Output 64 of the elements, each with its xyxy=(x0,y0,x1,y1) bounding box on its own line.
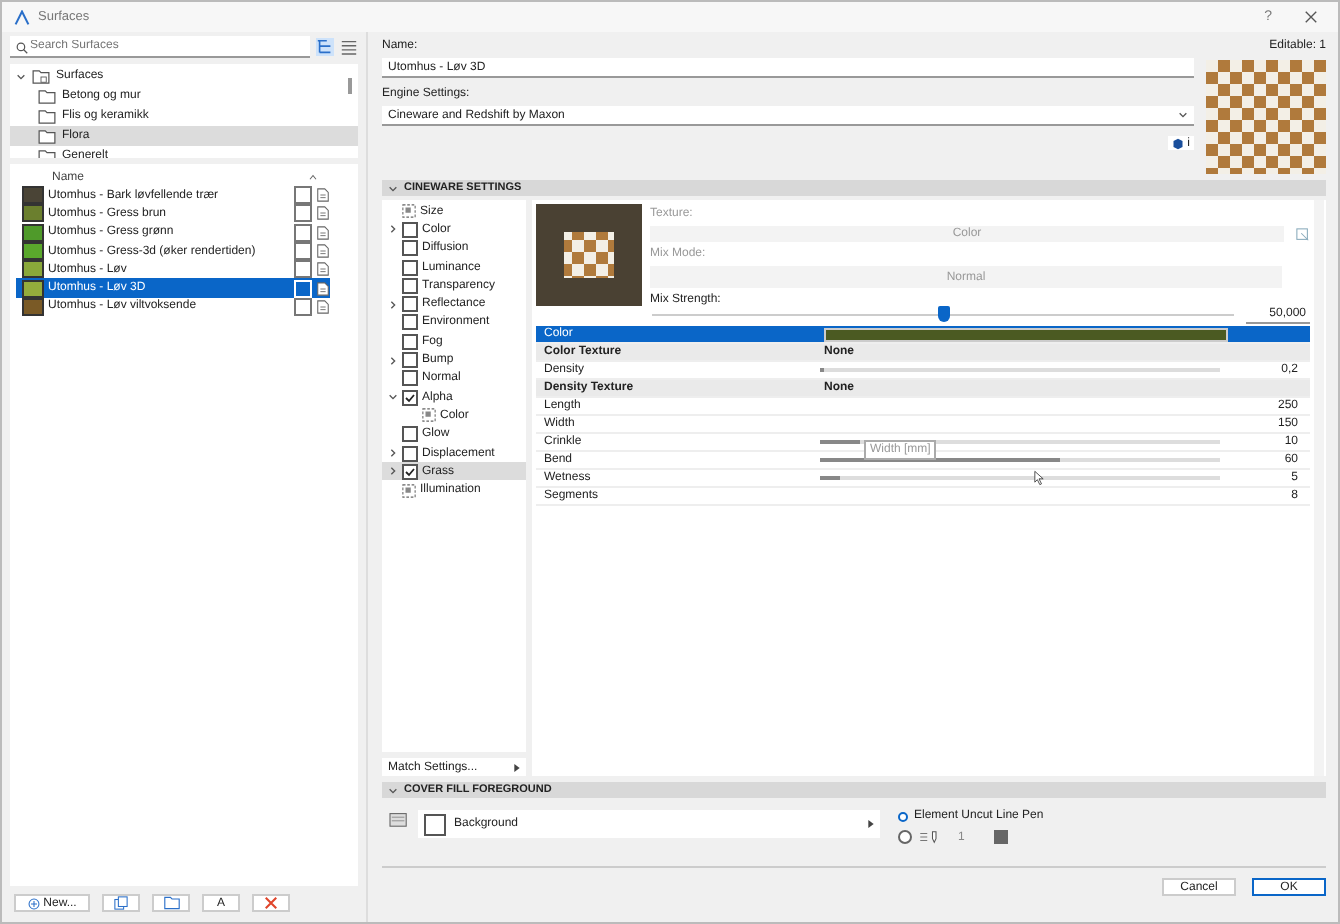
close-icon[interactable] xyxy=(1304,10,1318,24)
checkbox[interactable] xyxy=(402,240,418,257)
checkbox[interactable] xyxy=(402,463,418,480)
document-icon[interactable] xyxy=(316,299,330,314)
folder-button[interactable] xyxy=(152,894,190,912)
checkbox[interactable] xyxy=(294,204,312,223)
checkbox[interactable] xyxy=(294,223,312,242)
chevron-right-icon[interactable] xyxy=(388,224,398,235)
tree-view-icon[interactable] xyxy=(316,38,334,56)
document-icon[interactable] xyxy=(316,262,330,277)
folder-icon xyxy=(163,896,179,910)
checkbox[interactable] xyxy=(402,314,418,331)
duplicate-button[interactable] xyxy=(102,894,140,912)
chevron-down-icon[interactable] xyxy=(388,183,398,193)
chevron-down-icon[interactable] xyxy=(388,785,398,795)
plus-circle-icon xyxy=(27,897,40,909)
radio-button[interactable] xyxy=(898,830,912,844)
checkbox[interactable] xyxy=(294,242,312,261)
chevron-down-icon[interactable] xyxy=(388,392,398,403)
checkbox[interactable] xyxy=(402,221,418,238)
caret-right-icon xyxy=(868,820,874,828)
scrollbar[interactable] xyxy=(348,78,352,94)
list-view-icon[interactable] xyxy=(340,38,358,56)
chevron-down-icon xyxy=(1178,110,1188,120)
surface-preview-picture xyxy=(1206,60,1326,174)
caret-right-icon xyxy=(514,763,520,771)
delete-icon xyxy=(264,896,278,910)
document-icon[interactable] xyxy=(316,188,330,203)
fill-icon xyxy=(388,810,410,828)
document-icon[interactable] xyxy=(316,206,330,221)
cursor-icon xyxy=(1034,470,1044,486)
document-icon[interactable] xyxy=(316,281,330,296)
checkbox[interactable] xyxy=(402,445,418,461)
pen-icon xyxy=(918,830,940,844)
checkbox[interactable] xyxy=(294,260,312,279)
app-icon xyxy=(14,9,30,25)
library-icon xyxy=(32,69,50,83)
checkbox[interactable] xyxy=(402,352,418,369)
chevron-right-icon[interactable] xyxy=(388,299,398,310)
radio-button[interactable] xyxy=(898,811,908,821)
chevron-right-icon[interactable] xyxy=(388,466,398,477)
chevron-right-icon[interactable] xyxy=(388,448,398,458)
sort-caret-icon[interactable] xyxy=(308,174,318,180)
duplicate-icon xyxy=(114,896,128,910)
channel-icon xyxy=(422,408,436,423)
search-icon xyxy=(16,41,28,53)
checkbox[interactable] xyxy=(402,333,418,350)
checkbox[interactable] xyxy=(402,277,418,294)
texture-preview-picture xyxy=(536,204,642,306)
checkbox[interactable] xyxy=(402,370,418,387)
checkbox[interactable] xyxy=(402,259,418,276)
color-bar[interactable] xyxy=(824,327,1228,341)
checkbox[interactable] xyxy=(402,296,418,313)
checkbox[interactable] xyxy=(402,389,418,406)
cube-icon xyxy=(1171,137,1184,149)
slider-thumb[interactable] xyxy=(937,306,949,322)
checkbox[interactable] xyxy=(402,426,418,443)
document-icon[interactable] xyxy=(316,225,330,240)
chevron-down-icon[interactable] xyxy=(16,71,26,81)
chevron-right-icon[interactable] xyxy=(388,355,398,366)
document-icon[interactable] xyxy=(316,244,330,259)
delete-button[interactable] xyxy=(252,894,290,912)
pen-swatch[interactable] xyxy=(994,830,1009,844)
checkbox[interactable] xyxy=(294,186,312,205)
